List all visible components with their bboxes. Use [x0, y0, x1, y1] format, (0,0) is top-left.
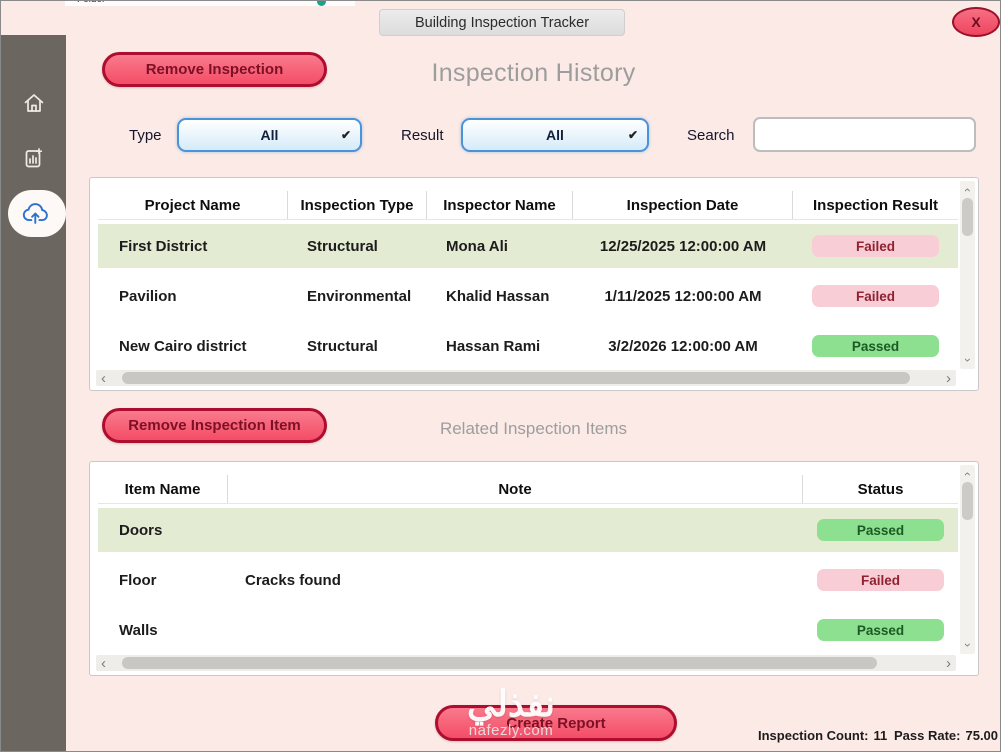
- dropdown-check-icon: ✔: [627, 128, 638, 142]
- search-input[interactable]: [753, 117, 976, 152]
- scroll-right-icon[interactable]: ›: [946, 371, 951, 386]
- cell-inspector: Khalid Hassan: [446, 287, 550, 305]
- cloud-upload-icon: [22, 203, 48, 224]
- column-header-project-name[interactable]: Project Name: [98, 191, 288, 219]
- column-header-status[interactable]: Status: [803, 475, 958, 503]
- horizontal-scrollbar[interactable]: ‹ ›: [96, 655, 956, 671]
- cell-project: New Cairo district: [119, 337, 247, 355]
- column-header-inspection-type[interactable]: Inspection Type: [288, 191, 427, 219]
- pass-rate-label: Pass Rate:: [894, 728, 961, 743]
- pass-rate-stat: Pass Rate: 75.00: [894, 728, 998, 743]
- table-row[interactable]: Floor Cracks found Failed: [98, 558, 958, 602]
- cell-item-name: Floor: [119, 571, 157, 589]
- column-header-note[interactable]: Note: [228, 475, 803, 503]
- table-row[interactable]: First District Structural Mona Ali 12/25…: [98, 224, 958, 268]
- scroll-up-icon[interactable]: ‹: [961, 472, 975, 476]
- scroll-left-icon[interactable]: ‹: [101, 656, 106, 671]
- scrollbar-thumb[interactable]: [122, 657, 877, 669]
- scrollbar-thumb[interactable]: [962, 482, 973, 520]
- report-chart-icon: [25, 148, 42, 168]
- result-filter-dropdown[interactable]: All ✔: [461, 118, 649, 152]
- sidebar-item-home[interactable]: [22, 91, 46, 115]
- scroll-up-icon[interactable]: ‹: [961, 188, 975, 192]
- sidebar-item-reports[interactable]: [22, 146, 46, 170]
- status-badge: Passed: [817, 519, 944, 541]
- background-window-dot: [317, 1, 326, 6]
- search-label: Search: [687, 127, 735, 144]
- create-report-button[interactable]: Create Report: [435, 705, 677, 741]
- scrollbar-thumb[interactable]: [122, 372, 910, 384]
- cell-type: Structural: [307, 337, 378, 355]
- close-button[interactable]: X: [952, 7, 1000, 37]
- scrollbar-thumb[interactable]: [962, 198, 973, 236]
- inspection-count-stat: Inspection Count: 11: [758, 728, 887, 743]
- status-badge: Passed: [817, 619, 944, 641]
- cell-project: Pavilion: [119, 287, 177, 305]
- table-row[interactable]: Doors Passed: [98, 508, 958, 552]
- result-filter-value: All: [546, 127, 564, 143]
- sidebar-item-upload-active[interactable]: [8, 190, 66, 237]
- column-header-inspection-result[interactable]: Inspection Result: [793, 191, 958, 219]
- type-filter-label: Type: [129, 127, 162, 144]
- column-header-inspection-date[interactable]: Inspection Date: [573, 191, 793, 219]
- remove-inspection-button[interactable]: Remove Inspection: [102, 52, 327, 87]
- related-items-grid: Item Name Note Status Doors Passed Floor…: [89, 461, 979, 676]
- background-window-text: Folder: [77, 1, 105, 5]
- inspection-history-grid: Project Name Inspection Type Inspector N…: [89, 177, 979, 391]
- cell-type: Structural: [307, 237, 378, 255]
- scroll-down-icon[interactable]: ›: [961, 643, 975, 647]
- sidebar: [1, 35, 66, 751]
- type-filter-dropdown[interactable]: All ✔: [177, 118, 362, 152]
- dropdown-check-icon: ✔: [340, 128, 351, 142]
- table-row[interactable]: Pavilion Environmental Khalid Hassan 1/1…: [98, 274, 958, 318]
- cell-project: First District: [119, 237, 208, 255]
- status-badge: Failed: [817, 569, 944, 591]
- related-items-heading: Related Inspection Items: [439, 419, 628, 438]
- cell-note: Cracks found: [245, 571, 341, 589]
- remove-inspection-item-button[interactable]: Remove Inspection Item: [102, 408, 327, 443]
- pass-rate-value: 75.00: [965, 728, 999, 743]
- column-header-inspector-name[interactable]: Inspector Name: [427, 191, 573, 219]
- cell-type: Environmental: [307, 287, 412, 305]
- inspection-count-value: 11: [873, 728, 888, 743]
- grid-header-row: Project Name Inspection Type Inspector N…: [98, 191, 958, 220]
- cell-note: [228, 508, 803, 552]
- cell-date: 12/25/2025 12:00:00 AM: [599, 237, 767, 255]
- vertical-scrollbar[interactable]: ‹ ›: [960, 465, 975, 654]
- background-window-sliver: Folder: [65, 1, 355, 6]
- status-badge: Passed: [812, 335, 939, 357]
- scroll-down-icon[interactable]: ›: [961, 358, 975, 362]
- result-filter-label: Result: [401, 127, 444, 144]
- cell-inspector: Hassan Rami: [446, 337, 541, 355]
- cell-item-name: Walls: [119, 621, 158, 639]
- window-title: Building Inspection Tracker: [379, 9, 625, 36]
- inspection-count-label: Inspection Count:: [758, 728, 869, 743]
- cell-date: 3/2/2026 12:00:00 AM: [608, 337, 758, 355]
- grid-header-row: Item Name Note Status: [98, 475, 958, 504]
- table-row[interactable]: Walls Passed: [98, 608, 958, 652]
- column-header-item-name[interactable]: Item Name: [98, 475, 228, 503]
- horizontal-scrollbar[interactable]: ‹ ›: [96, 370, 956, 386]
- home-icon: [24, 94, 43, 112]
- vertical-scrollbar[interactable]: ‹ ›: [960, 181, 975, 369]
- status-badge: Failed: [812, 285, 939, 307]
- app-window: Folder Building Inspection Tracker X Rem…: [0, 0, 1001, 752]
- type-filter-value: All: [260, 127, 279, 143]
- cell-inspector: Mona Ali: [446, 237, 508, 255]
- cell-item-name: Doors: [119, 521, 163, 539]
- scroll-left-icon[interactable]: ‹: [101, 371, 106, 386]
- inspection-history-heading: Inspection History: [431, 59, 636, 87]
- cell-date: 1/11/2025 12:00:00 AM: [604, 287, 762, 305]
- scroll-right-icon[interactable]: ›: [946, 656, 951, 671]
- cell-note: [228, 608, 803, 652]
- table-row[interactable]: New Cairo district Structural Hassan Ram…: [98, 324, 958, 368]
- status-badge: Failed: [812, 235, 939, 257]
